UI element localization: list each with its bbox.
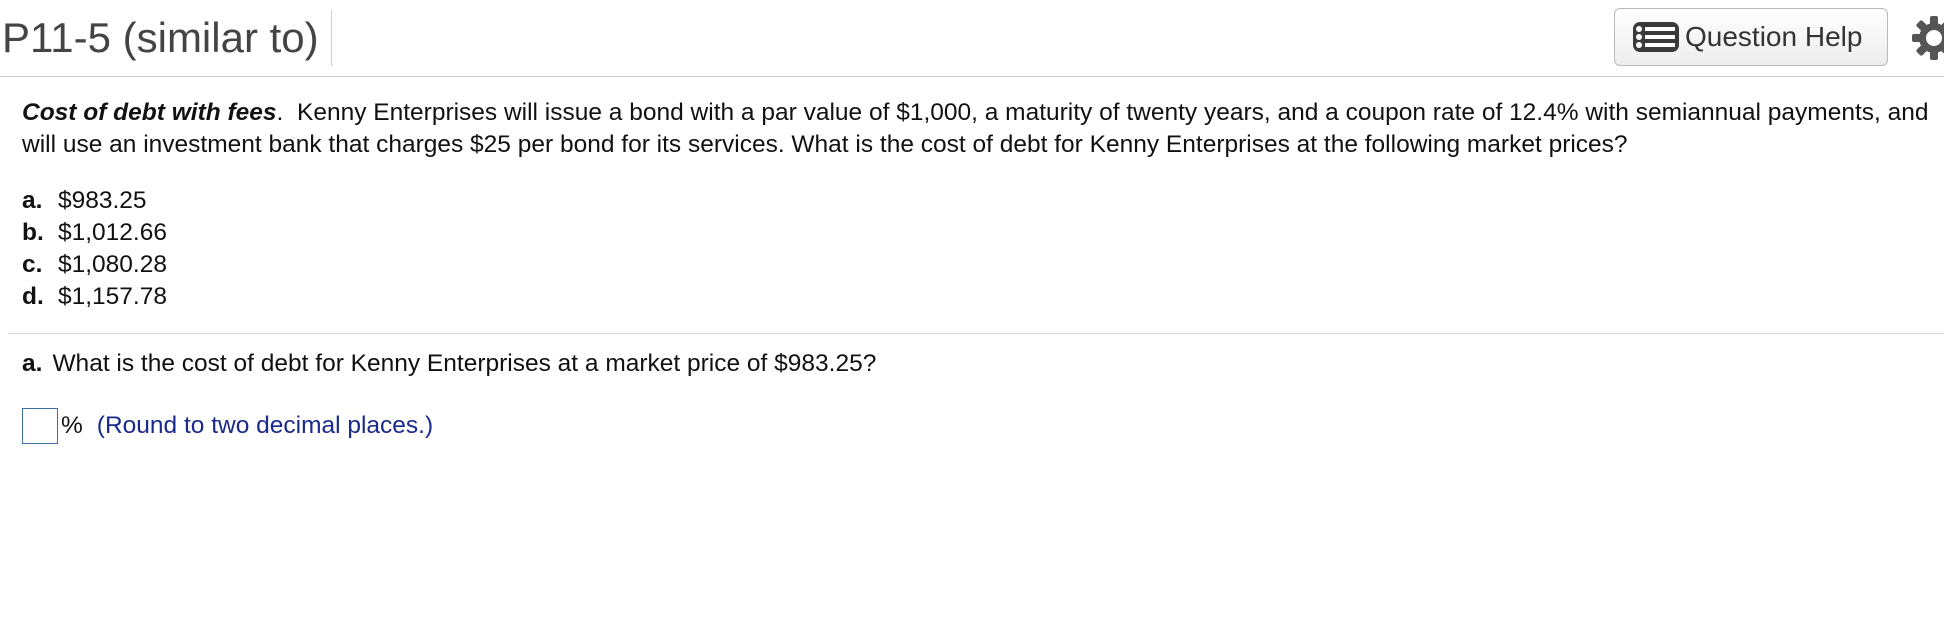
question-help-button[interactable]: Question Help [1614, 8, 1888, 66]
problem-text: Kenny Enterprises will issue a bond with… [22, 99, 1929, 158]
list-item: a. $983.25 [22, 185, 1944, 217]
section-divider [8, 333, 1944, 334]
choice-value: $1,080.28 [58, 251, 167, 278]
percent-unit: % [61, 412, 83, 439]
question-help-label: Question Help [1685, 21, 1863, 52]
list-item: b. $1,012.66 [22, 217, 1944, 249]
problem-lead-punct: . [276, 99, 284, 126]
question-letter: a. [22, 350, 43, 377]
list-icon [1633, 22, 1679, 52]
problem-content: Cost of debt with fees. Kenny Enterprise… [0, 97, 1944, 313]
choice-letter: a. [22, 187, 43, 214]
list-item: d. $1,157.78 [22, 281, 1944, 313]
choice-value: $983.25 [58, 187, 147, 214]
choice-list: a. $983.25 b. $1,012.66 c. $1,080.28 d. $1,1… [22, 185, 1944, 313]
choice-letter: b. [22, 219, 44, 246]
list-item: c. $1,080.28 [22, 249, 1944, 281]
choice-letter: c. [22, 251, 43, 278]
answer-row: % (Round to two decimal places.) [22, 408, 1944, 444]
choice-letter: d. [22, 283, 44, 310]
header-bar: P11-5 (similar to) Question Help [0, 0, 1944, 77]
gear-icon[interactable] [1910, 14, 1944, 62]
question-text: What is the cost of debt for Kenny Enter… [52, 350, 877, 377]
question-prompt: a. What is the cost of debt for Kenny Ent… [22, 348, 1944, 380]
page-title: P11-5 (similar to) [2, 10, 332, 66]
problem-statement: Cost of debt with fees. Kenny Enterprise… [22, 97, 1940, 161]
answer-input[interactable] [22, 408, 58, 444]
rounding-hint: (Round to two decimal places.) [96, 412, 434, 439]
choice-value: $1,157.78 [58, 283, 167, 310]
choice-value: $1,012.66 [58, 219, 167, 246]
problem-lead: Cost of debt with fees [22, 99, 277, 126]
